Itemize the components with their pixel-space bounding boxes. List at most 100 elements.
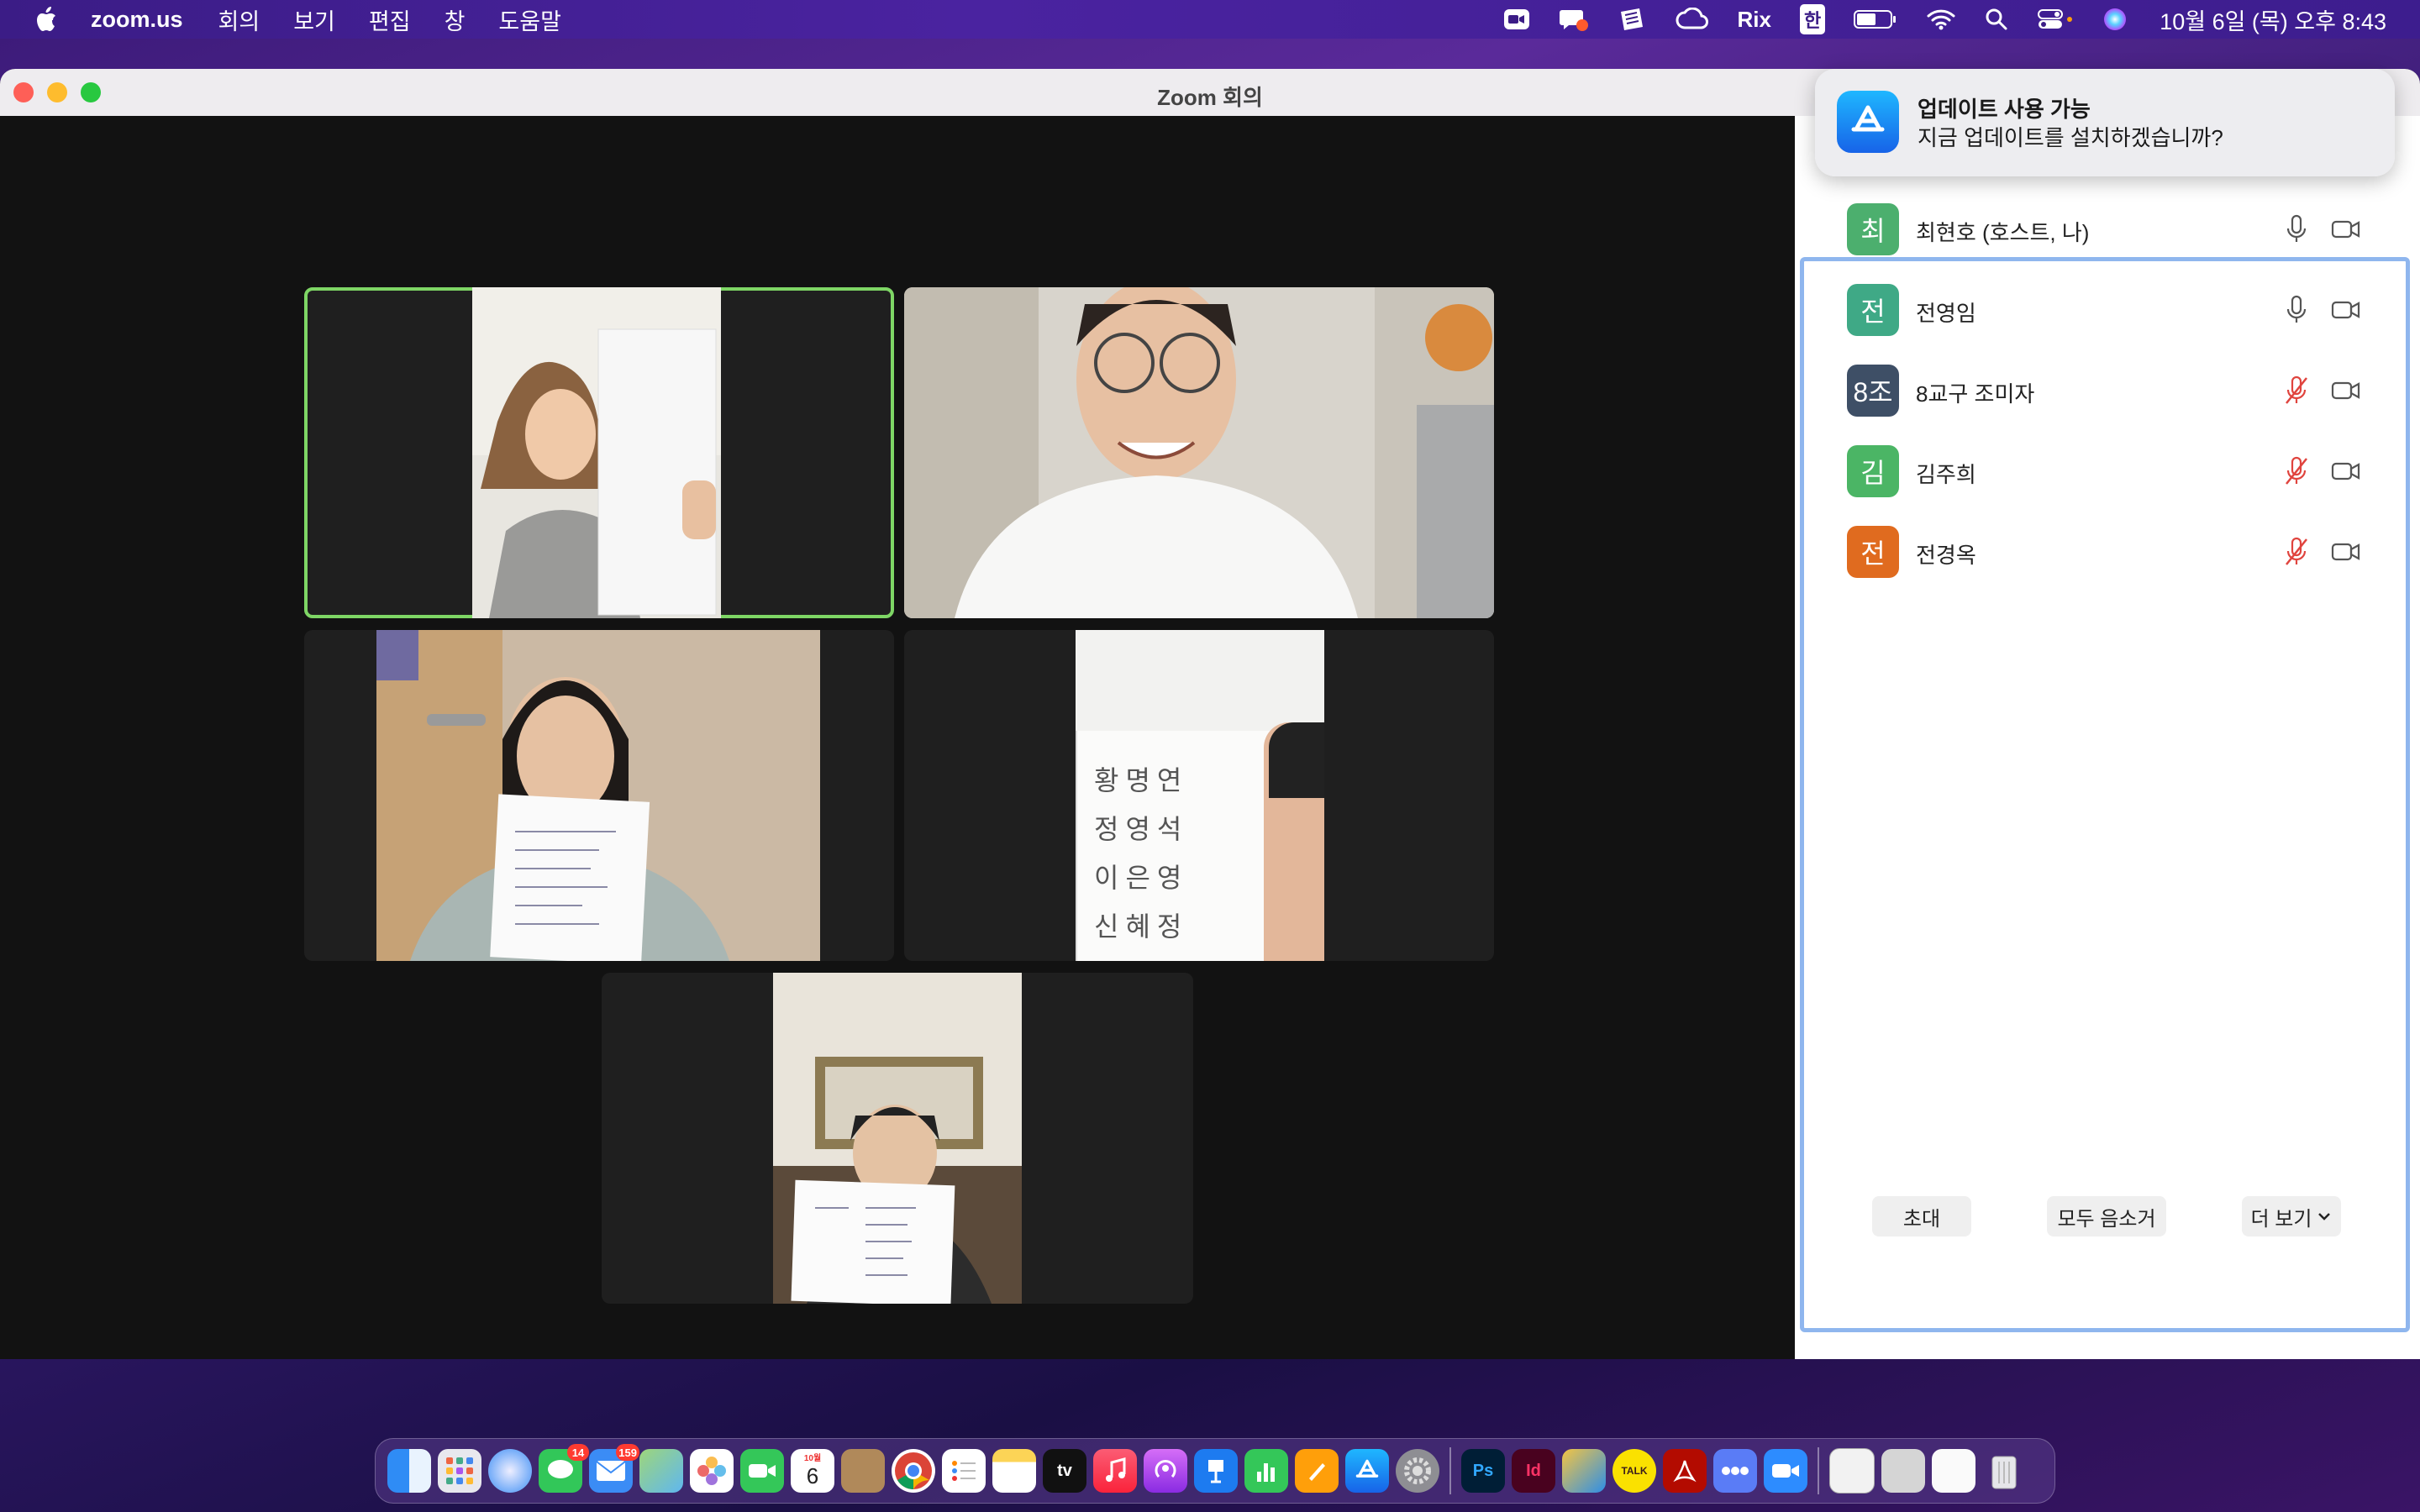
notification-body: 지금 업데이트를 설치하겠습니까? bbox=[1918, 125, 2223, 150]
mail-icon[interactable]: 159 bbox=[589, 1444, 639, 1493]
notification-title: 업데이트 사용 가능 bbox=[1918, 97, 2091, 122]
video-feed-woman-with-paper bbox=[773, 973, 1022, 1304]
kakaotalk-icon[interactable]: TALK bbox=[1612, 1449, 1656, 1493]
app-store-icon bbox=[1837, 91, 1899, 153]
participant-avatar: 8조 bbox=[1847, 365, 1899, 417]
rix-status-icon[interactable]: Rix bbox=[1737, 7, 1770, 33]
video-feed-paper-with-names: 황명연 정영석 이은영 신혜정 bbox=[1076, 630, 1324, 961]
video-tile-5[interactable] bbox=[602, 973, 1193, 1304]
dock-separator bbox=[1818, 1447, 1819, 1494]
participant-row[interactable]: 전 전영임 bbox=[1800, 272, 2402, 353]
video-feed-woman-with-list bbox=[376, 630, 820, 961]
apple-tv-icon[interactable]: tv bbox=[1043, 1449, 1086, 1493]
photos-icon[interactable] bbox=[690, 1449, 734, 1493]
more-apps-icon[interactable] bbox=[1713, 1449, 1757, 1493]
reminders-icon[interactable] bbox=[942, 1449, 986, 1493]
app-menu-zoom[interactable]: zoom.us bbox=[91, 7, 183, 33]
file-thumbnail-icon[interactable] bbox=[1932, 1449, 1975, 1493]
calendar-icon[interactable]: 10월 6 bbox=[791, 1449, 834, 1493]
video-tile-1[interactable] bbox=[304, 287, 894, 618]
microphone-muted-icon[interactable] bbox=[2284, 375, 2309, 406]
video-tile-2[interactable] bbox=[904, 287, 1494, 618]
messages-icon[interactable]: 14 bbox=[539, 1444, 589, 1493]
battery-icon[interactable] bbox=[1854, 9, 1897, 29]
menu-help[interactable]: 도움말 bbox=[498, 3, 561, 36]
video-feed-woman-holding-paper bbox=[472, 287, 721, 618]
gallery-view: 황명연 정영석 이은영 신혜정 bbox=[0, 116, 1795, 1359]
folder-stack-icon[interactable] bbox=[1562, 1449, 1606, 1493]
maps-icon[interactable] bbox=[639, 1449, 683, 1493]
siri-icon[interactable] bbox=[2102, 7, 2128, 32]
more-options-button[interactable]: 더 보기 bbox=[2242, 1196, 2341, 1236]
app-store-dock-icon[interactable] bbox=[1345, 1449, 1389, 1493]
menu-meeting[interactable]: 회의 bbox=[218, 3, 260, 36]
creative-cloud-icon[interactable] bbox=[1675, 8, 1709, 31]
video-camera-icon[interactable] bbox=[2331, 379, 2361, 402]
video-camera-icon[interactable] bbox=[2331, 218, 2361, 241]
menu-bar-clock[interactable]: 10월 6일 (목) 오후 8:43 bbox=[2160, 3, 2386, 36]
microphone-icon[interactable] bbox=[2284, 214, 2309, 244]
video-tile-3[interactable] bbox=[304, 630, 894, 961]
menu-edit[interactable]: 편집 bbox=[369, 3, 411, 36]
participant-row[interactable]: 최 최현호 (호스트, 나) bbox=[1800, 192, 2402, 272]
screenshot-thumbnail-icon[interactable] bbox=[1881, 1449, 1925, 1493]
facetime-icon[interactable] bbox=[740, 1449, 784, 1493]
chevron-down-icon bbox=[2318, 1213, 2331, 1221]
apple-logo-icon[interactable] bbox=[34, 6, 57, 33]
chrome-icon[interactable] bbox=[892, 1449, 935, 1493]
pages-icon[interactable] bbox=[1295, 1449, 1339, 1493]
microphone-muted-icon[interactable] bbox=[2284, 456, 2309, 486]
photoshop-icon[interactable]: Ps bbox=[1461, 1449, 1505, 1493]
keynote-icon[interactable] bbox=[1194, 1449, 1238, 1493]
microphone-muted-icon[interactable] bbox=[2284, 537, 2309, 567]
notes-icon[interactable] bbox=[992, 1449, 1036, 1493]
paper-name-line: 정영석 bbox=[1094, 813, 1189, 845]
microphone-icon[interactable] bbox=[2284, 295, 2309, 325]
participant-row[interactable]: 김 김주희 bbox=[1800, 433, 2402, 514]
notes-status-icon[interactable] bbox=[1618, 7, 1646, 32]
video-camera-icon[interactable] bbox=[2331, 540, 2361, 564]
video-camera-icon[interactable] bbox=[2331, 298, 2361, 322]
participant-name: 김주희 bbox=[1916, 462, 1976, 487]
video-tile-4[interactable]: 황명연 정영석 이은영 신혜정 bbox=[904, 630, 1494, 961]
indesign-icon[interactable]: Id bbox=[1512, 1449, 1555, 1493]
participant-avatar: 전 bbox=[1847, 284, 1899, 336]
participant-name: 전경옥 bbox=[1916, 543, 1976, 568]
podcasts-icon[interactable] bbox=[1144, 1449, 1187, 1493]
menu-window[interactable]: 창 bbox=[445, 3, 466, 36]
menu-bar: zoom.us 회의 보기 편집 창 도움말 Rix 한 10월 6일 (목) … bbox=[0, 0, 2420, 39]
participant-name: 전영임 bbox=[1916, 301, 1976, 326]
mute-all-button[interactable]: 모두 음소거 bbox=[2047, 1196, 2166, 1236]
update-notification[interactable]: 업데이트 사용 가능 지금 업데이트를 설치하겠습니까? bbox=[1815, 69, 2395, 176]
safari-icon[interactable] bbox=[488, 1449, 532, 1493]
contacts-icon[interactable] bbox=[841, 1449, 885, 1493]
input-method-indicator[interactable]: 한 bbox=[1799, 4, 1826, 34]
participant-rows: 최 최현호 (호스트, 나) 전 전영임 8조 8교구 조미자 김 김주희 전 전경옥 bbox=[1800, 192, 2402, 612]
mail-badge: 159 bbox=[616, 1444, 639, 1461]
video-camera-icon[interactable] bbox=[2331, 459, 2361, 483]
zoom-dock-icon[interactable] bbox=[1764, 1449, 1807, 1493]
numbers-icon[interactable] bbox=[1244, 1449, 1288, 1493]
trash-icon[interactable] bbox=[1982, 1449, 2026, 1493]
participant-row[interactable]: 전 전경옥 bbox=[1800, 514, 2402, 595]
paper-name-line: 황명연 bbox=[1094, 764, 1189, 796]
finder-icon[interactable] bbox=[387, 1449, 431, 1493]
music-icon[interactable] bbox=[1093, 1449, 1137, 1493]
system-preferences-icon[interactable] bbox=[1396, 1449, 1439, 1493]
paper-name-line: 신혜정 bbox=[1094, 911, 1189, 942]
menu-view[interactable]: 보기 bbox=[293, 3, 335, 36]
messages-badge: 14 bbox=[567, 1444, 589, 1461]
more-options-label: 더 보기 bbox=[2250, 1207, 2312, 1231]
launchpad-icon[interactable] bbox=[438, 1449, 481, 1493]
invite-button[interactable]: 초대 bbox=[1872, 1196, 1971, 1236]
document-thumbnail-icon[interactable] bbox=[1829, 1448, 1875, 1494]
zoom-status-icon[interactable] bbox=[1503, 8, 1530, 30]
chat-notification-icon[interactable] bbox=[1559, 7, 1589, 32]
control-center-icon[interactable] bbox=[2037, 8, 2074, 31]
participant-name: 8교구 조미자 bbox=[1916, 381, 2035, 407]
acrobat-icon[interactable] bbox=[1663, 1449, 1707, 1493]
wifi-icon[interactable] bbox=[1926, 8, 1956, 31]
spotlight-search-icon[interactable] bbox=[1985, 8, 2008, 31]
participant-row[interactable]: 8조 8교구 조미자 bbox=[1800, 353, 2402, 433]
participant-name: 최현호 (호스트, 나) bbox=[1916, 220, 2090, 245]
